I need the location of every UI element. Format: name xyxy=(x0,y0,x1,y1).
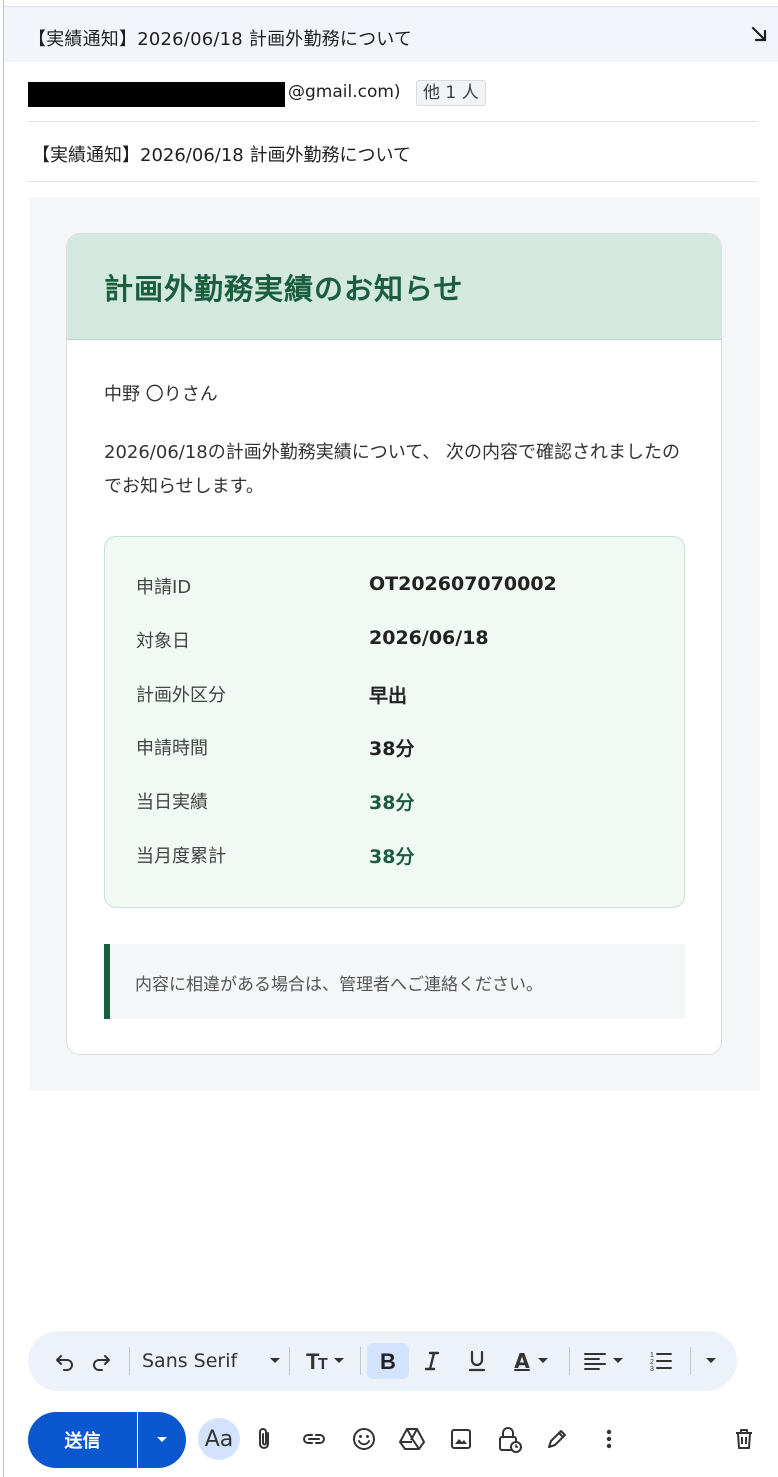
discard-draft-icon[interactable] xyxy=(724,1418,764,1460)
message-text: 2026/06/18の計画外勤務実績について、 次の内容で確認されましたのでお知… xyxy=(104,442,681,497)
greeting: 中野 〇りさん xyxy=(104,384,218,405)
bold-button[interactable]: B xyxy=(367,1343,409,1379)
other-recipients-chip[interactable]: 他 1 人 xyxy=(416,80,486,106)
compose-header: 【実績通知】2026/06/18 計画外勤務について xyxy=(4,6,778,62)
underline-icon xyxy=(468,1350,486,1372)
toolbar-divider xyxy=(690,1347,691,1375)
detail-row: 対象日 2026/06/18 xyxy=(136,627,656,657)
detail-value: 38分 xyxy=(369,846,415,868)
send-button[interactable]: 送信 xyxy=(28,1412,137,1468)
chevron-down-icon xyxy=(706,1358,716,1363)
detail-label: 申請時間 xyxy=(136,738,208,759)
message-body[interactable]: 計画外勤務実績のお知らせ 中野 〇りさん 2026/06/18の計画外勤務実績に… xyxy=(30,197,760,1091)
toolbar-divider xyxy=(129,1347,130,1375)
numbered-list-icon: 1 2 3 xyxy=(650,1352,672,1373)
details-box: 申請ID OT202607070002 対象日 2026/06/18 計画外区分… xyxy=(104,536,685,908)
card-header: 計画外勤務実績のお知らせ xyxy=(67,234,721,340)
toolbar-divider xyxy=(289,1347,290,1375)
toolbar-divider xyxy=(360,1347,361,1375)
numbered-list-button[interactable]: 1 2 3 xyxy=(640,1343,682,1379)
exit-fullscreen-icon[interactable] xyxy=(749,24,771,46)
detail-row: 当月度累計 38分 xyxy=(136,842,656,872)
chevron-down-icon xyxy=(157,1437,167,1442)
detail-value: 2026/06/18 xyxy=(369,627,489,649)
more-options-icon[interactable] xyxy=(589,1418,629,1460)
italic-icon xyxy=(424,1351,440,1371)
recipient-email-suffix: @gmail.com) xyxy=(288,82,401,102)
detail-row: 申請ID OT202607070002 xyxy=(136,573,656,603)
font-size-button[interactable]: T T xyxy=(296,1343,356,1379)
insert-photo-icon[interactable] xyxy=(441,1418,481,1460)
send-options-button[interactable] xyxy=(138,1412,186,1468)
detail-value: 38分 xyxy=(369,792,415,814)
subject-field[interactable]: 【実績通知】2026/06/18 計画外勤務について xyxy=(28,122,758,182)
redo-icon[interactable] xyxy=(84,1343,118,1379)
detail-row: 申請時間 38分 xyxy=(136,734,656,764)
detail-row: 計画外区分 早出 xyxy=(136,681,656,711)
detail-label: 対象日 xyxy=(136,631,190,652)
detail-label: 申請ID xyxy=(136,577,192,598)
compose-title: 【実績通知】2026/06/18 計画外勤務について xyxy=(28,29,413,50)
detail-row: 当日実績 38分 xyxy=(136,788,656,818)
recipients-field[interactable]: @gmail.com) 他 1 人 xyxy=(28,62,758,122)
formatting-toolbar: Sans Serif T T B A 1 2 3 xyxy=(28,1331,737,1391)
detail-label: 当日実績 xyxy=(136,792,208,813)
notification-card: 計画外勤務実績のお知らせ 中野 〇りさん 2026/06/18の計画外勤務実績に… xyxy=(66,233,722,1055)
svg-text:B: B xyxy=(380,1349,396,1373)
undo-icon[interactable] xyxy=(48,1343,82,1379)
confidential-mode-icon[interactable] xyxy=(489,1418,529,1460)
formatting-options-button[interactable]: Aa xyxy=(198,1418,240,1460)
drive-icon[interactable] xyxy=(392,1418,432,1460)
attach-icon[interactable] xyxy=(244,1418,284,1460)
svg-text:2: 2 xyxy=(650,1359,654,1366)
redacted-recipient xyxy=(28,82,285,107)
subject-text: 【実績通知】2026/06/18 計画外勤務について xyxy=(32,145,411,166)
font-select[interactable]: Sans Serif xyxy=(136,1343,286,1379)
text-color-button[interactable]: A xyxy=(504,1343,560,1379)
svg-text:3: 3 xyxy=(650,1366,654,1373)
detail-label: 計画外区分 xyxy=(136,685,226,706)
text-size-icon: T T xyxy=(306,1349,344,1373)
chevron-down-icon xyxy=(270,1358,280,1363)
link-icon[interactable] xyxy=(294,1418,334,1460)
compose-window: 【実績通知】2026/06/18 計画外勤務について @gmail.com) 他… xyxy=(3,0,778,1477)
detail-value: 早出 xyxy=(369,685,408,707)
svg-text:1: 1 xyxy=(650,1352,654,1359)
detail-label: 当月度累計 xyxy=(136,846,226,867)
italic-button[interactable] xyxy=(414,1343,450,1379)
text-color-letter: A xyxy=(514,1349,530,1373)
chevron-down-icon xyxy=(537,1358,548,1363)
toolbar-divider xyxy=(569,1347,570,1375)
svg-text:T: T xyxy=(318,1356,328,1373)
align-left-icon xyxy=(584,1353,623,1370)
bold-icon: B xyxy=(380,1349,396,1373)
signature-icon[interactable] xyxy=(537,1418,577,1460)
detail-value: OT202607070002 xyxy=(369,573,557,595)
align-button[interactable] xyxy=(576,1343,634,1379)
more-formatting-button[interactable] xyxy=(696,1343,726,1379)
underline-button[interactable] xyxy=(459,1343,495,1379)
detail-value: 38分 xyxy=(369,738,415,760)
emoji-icon[interactable] xyxy=(344,1418,384,1460)
notice-text: 内容に相違がある場合は、管理者へご連絡ください。 xyxy=(135,975,543,995)
card-title: 計画外勤務実績のお知らせ xyxy=(104,272,464,306)
notice-box: 内容に相違がある場合は、管理者へご連絡ください。 xyxy=(104,944,685,1019)
font-name: Sans Serif xyxy=(142,1350,238,1372)
